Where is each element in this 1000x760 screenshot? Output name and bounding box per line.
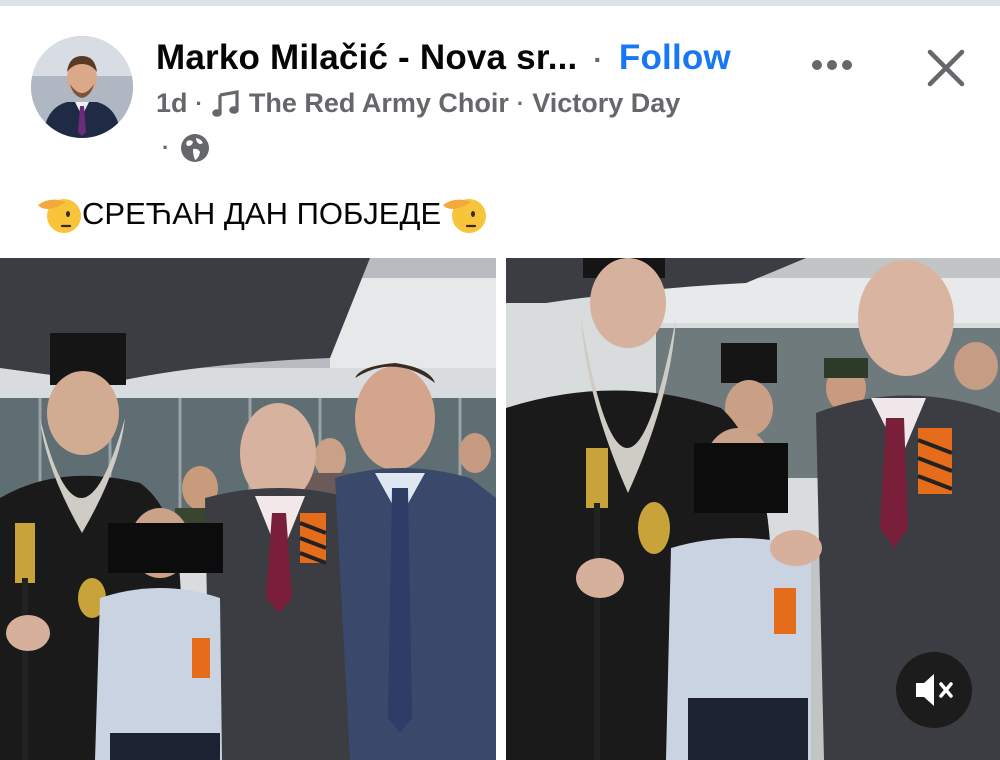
post-photo-left[interactable] xyxy=(0,258,496,760)
post-header: Marko Milačić - Nova sr... · Follow 1d ·… xyxy=(0,6,1000,176)
privacy-line: · xyxy=(162,132,211,164)
post-caption: СРЕЋАН ДАН ПОБЈЕДЕ xyxy=(36,192,487,236)
saluting-face-emoji xyxy=(38,199,81,233)
music-note-icon xyxy=(212,89,239,117)
mute-button[interactable] xyxy=(896,652,972,728)
close-icon[interactable] xyxy=(922,44,970,92)
more-dots-icon[interactable] xyxy=(810,50,854,80)
caption-text: СРЕЋАН ДАН ПОБЈЕДЕ xyxy=(82,196,442,231)
separator-dot: · xyxy=(593,44,603,75)
music-title[interactable]: The Red Army Choir xyxy=(249,88,509,119)
follow-button[interactable]: Follow xyxy=(619,38,731,77)
saluting-face-emoji xyxy=(443,199,487,233)
separator-dot: · xyxy=(195,90,203,116)
avatar[interactable] xyxy=(31,36,133,138)
author-line: Marko Milačić - Nova sr... · Follow xyxy=(156,38,731,78)
separator-dot: · xyxy=(516,90,525,116)
post-time[interactable]: 1d xyxy=(156,88,188,119)
separator-dot: · xyxy=(162,135,170,160)
post-meta: 1d · The Red Army Choir · Victory Day xyxy=(156,88,680,119)
globe-icon[interactable] xyxy=(179,132,211,164)
activity-label[interactable]: Victory Day xyxy=(532,88,680,119)
author-name[interactable]: Marko Milačić - Nova sr... xyxy=(156,38,577,77)
speaker-muted-icon xyxy=(916,674,953,706)
